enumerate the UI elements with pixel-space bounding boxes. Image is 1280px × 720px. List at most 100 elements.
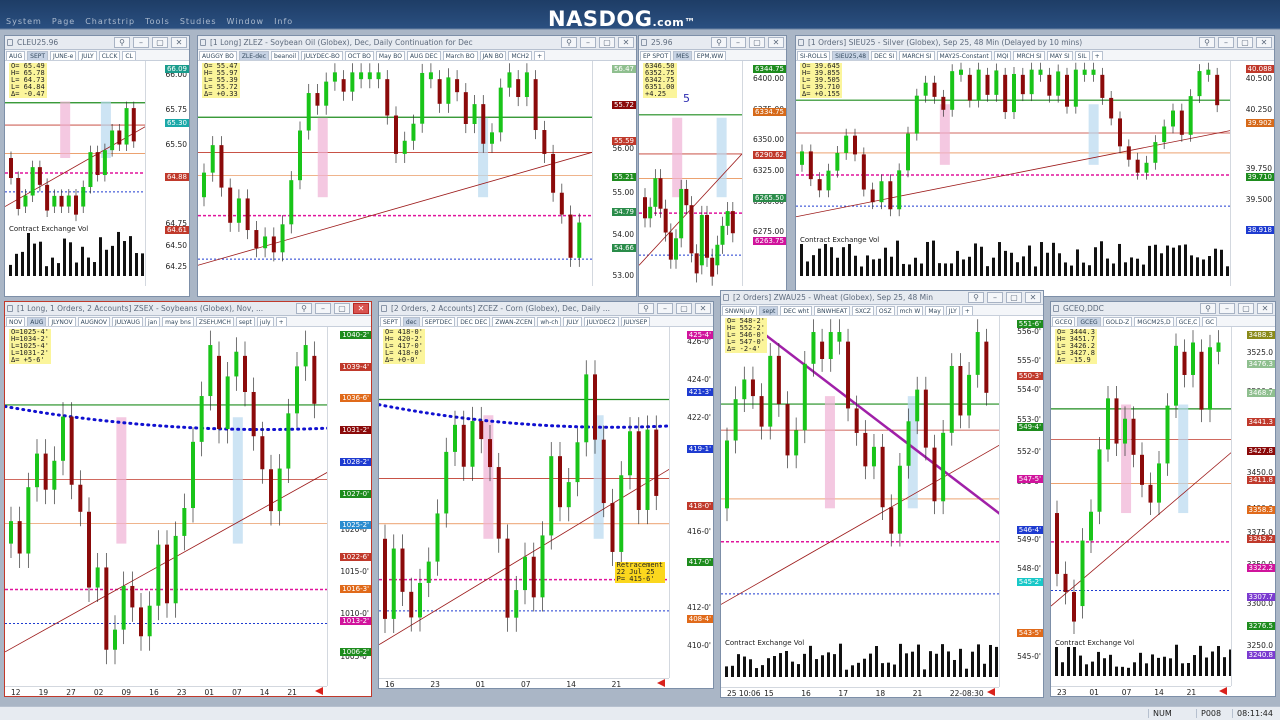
close-button[interactable]: ✕ [695, 303, 711, 314]
symbol-tab[interactable]: SIEU25,48 [832, 51, 870, 60]
symbol-tab[interactable]: BNWHEAT [813, 306, 851, 315]
symbol-tab[interactable]: JAN BO [479, 51, 507, 60]
symbol-tab[interactable]: july [256, 317, 274, 326]
symbol-tab[interactable]: beanoil [271, 51, 300, 60]
symbol-tab[interactable]: GOLD-Z [1102, 317, 1133, 326]
symbol-tab[interactable]: DEC wht [780, 306, 812, 315]
chart-window-zl[interactable]: [1 Long] ZLEZ - Soybean Oil (Globex), De… [197, 35, 637, 297]
close-button[interactable]: ✕ [1025, 292, 1041, 303]
chart-window-cl[interactable]: CLEU25.96 ⚲ – ▢ ✕ AUG SEPT JUNE-e JULY CLCK CL Cont… [4, 35, 190, 297]
symbol-tab[interactable]: OSZ [875, 306, 895, 315]
price-axis[interactable]: 3539.33525.03500.03450.03400.03375.03350… [1231, 327, 1275, 686]
close-button[interactable]: ✕ [1256, 37, 1272, 48]
price-axis[interactable]: 66.0065.7565.5065.2564.7564.5064.2566.09… [145, 61, 189, 286]
symbol-tab[interactable]: NOV [6, 317, 26, 326]
chart-window-zw[interactable]: [2 Orders] ZWAU25 - Wheat (Globex), Sep … [720, 290, 1044, 698]
symbol-tab[interactable]: DEC SI [871, 51, 898, 60]
symbol-tab[interactable]: AUG [27, 317, 47, 326]
symbol-tab[interactable]: + [534, 51, 546, 60]
link-icon[interactable]: ⚲ [711, 37, 727, 48]
symbol-tab[interactable]: JULYAUG [111, 317, 143, 326]
link-icon[interactable]: ⚲ [638, 303, 654, 314]
symbol-tab[interactable]: GC [1202, 317, 1218, 326]
symbol-tab[interactable]: + [275, 317, 287, 326]
symbol-tab[interactable]: ZLE-dec [238, 51, 270, 60]
lock-icon[interactable] [381, 305, 387, 312]
chart-plot-area[interactable]: Contract Exchange Vol [796, 61, 1274, 296]
symbol-tab[interactable]: JLY [945, 306, 960, 315]
close-button[interactable]: ✕ [618, 37, 634, 48]
window-title-bar[interactable]: 25.96 ⚲ – ▢ ✕ [639, 36, 786, 50]
price-axis[interactable]: 556-0'555-0'554-0'553-0'552-0'551-0'549-… [999, 316, 1043, 687]
lock-icon[interactable] [7, 39, 13, 46]
window-title-bar[interactable]: [2 Orders] ZWAU25 - Wheat (Globex), Sep … [721, 291, 1043, 305]
scroll-left-arrow[interactable] [1219, 687, 1227, 695]
symbol-tab[interactable]: mch W [896, 306, 924, 315]
chart-plot-area[interactable] [379, 327, 713, 688]
link-icon[interactable]: ⚲ [1199, 37, 1215, 48]
symbol-tab[interactable]: MCH2 [508, 51, 533, 60]
price-chart[interactable] [379, 327, 671, 680]
menu-item-chartstrip[interactable]: Chartstrip [85, 17, 135, 26]
symbol-tab[interactable]: SEPT [27, 51, 49, 60]
close-button[interactable]: ✕ [171, 37, 187, 48]
symbol-tab[interactable]: GCEQ [1052, 317, 1076, 326]
scroll-left-arrow[interactable] [657, 679, 665, 687]
window-title-bar[interactable]: CLEU25.96 ⚲ – ▢ ✕ [5, 36, 189, 50]
chart-plot-area[interactable] [5, 327, 371, 696]
price-axis[interactable]: 57.0056.0055.0054.0053.0056.4755.7255.59… [592, 61, 636, 286]
symbol-tab[interactable]: MAY25-Constant [936, 51, 992, 60]
menu-item-page[interactable]: Page [52, 17, 75, 26]
minimize-button[interactable]: – [657, 303, 673, 314]
chart-window-zs[interactable]: [1 Long, 1 Orders, 2 Accounts] ZSEX - So… [4, 301, 372, 697]
menu-item-system[interactable]: System [6, 17, 42, 26]
scroll-left-arrow[interactable] [987, 688, 995, 696]
symbol-tab[interactable]: SNWNjuly [722, 306, 758, 315]
symbol-tab[interactable]: SIL [1074, 51, 1090, 60]
maximize-button[interactable]: ▢ [749, 37, 765, 48]
symbol-tab[interactable]: CL [122, 51, 136, 60]
lock-icon[interactable] [798, 39, 804, 46]
price-axis[interactable]: 1020-0'1015-0'1010-0'1005-0'1040-2'1039-… [327, 327, 371, 686]
price-chart[interactable] [1051, 327, 1233, 688]
symbol-tab[interactable]: SEPT [380, 317, 401, 326]
symbol-tab[interactable]: MAY SI [1046, 51, 1073, 60]
symbol-tab[interactable]: may bns [162, 317, 194, 326]
symbol-tab[interactable]: MES [673, 51, 692, 60]
symbol-tab[interactable]: ZSEH,MCH [195, 317, 234, 326]
close-button[interactable]: ✕ [353, 303, 369, 314]
symbol-tab[interactable]: MARCH SI [899, 51, 935, 60]
window-title-bar[interactable]: [1 Long] ZLEZ - Soybean Oil (Globex), De… [198, 36, 636, 50]
link-icon[interactable]: ⚲ [968, 292, 984, 303]
lock-icon[interactable] [723, 294, 729, 301]
price-chart[interactable] [5, 327, 329, 688]
symbol-tab[interactable]: + [961, 306, 973, 315]
minimize-button[interactable]: – [987, 292, 1003, 303]
symbol-tab[interactable]: AUG [6, 51, 26, 60]
symbol-tab[interactable]: SEPTDEC [421, 317, 456, 326]
maximize-button[interactable]: ▢ [1238, 303, 1254, 314]
symbol-tab[interactable]: EPM,WW [693, 51, 727, 60]
price-chart[interactable] [796, 61, 1232, 288]
menu-item-info[interactable]: Info [274, 17, 293, 26]
maximize-button[interactable]: ▢ [1006, 292, 1022, 303]
link-icon[interactable]: ⚲ [114, 37, 130, 48]
symbol-tab[interactable]: sept [235, 317, 255, 326]
symbol-tab[interactable]: DEC DEC [457, 317, 491, 326]
close-button[interactable]: ✕ [768, 37, 784, 48]
symbol-tab[interactable]: JULYDEC2 [583, 317, 619, 326]
link-icon[interactable]: ⚲ [1200, 303, 1216, 314]
link-icon[interactable]: ⚲ [296, 303, 312, 314]
menu-item-studies[interactable]: Studies [180, 17, 217, 26]
symbol-tab[interactable]: JULY [563, 317, 582, 326]
minimize-button[interactable]: – [315, 303, 331, 314]
price-axis[interactable]: 6400.006375.006350.006325.006300.006275.… [742, 61, 786, 286]
maximize-button[interactable]: ▢ [599, 37, 615, 48]
symbol-tab[interactable]: AUGGY BO [199, 51, 237, 60]
scroll-left-arrow[interactable] [315, 687, 323, 695]
minimize-button[interactable]: – [730, 37, 746, 48]
symbol-tab[interactable]: MRCH SI [1013, 51, 1045, 60]
symbol-tab[interactable]: dec [402, 317, 420, 326]
symbol-tab[interactable]: GCEG [1077, 317, 1101, 326]
maximize-button[interactable]: ▢ [334, 303, 350, 314]
